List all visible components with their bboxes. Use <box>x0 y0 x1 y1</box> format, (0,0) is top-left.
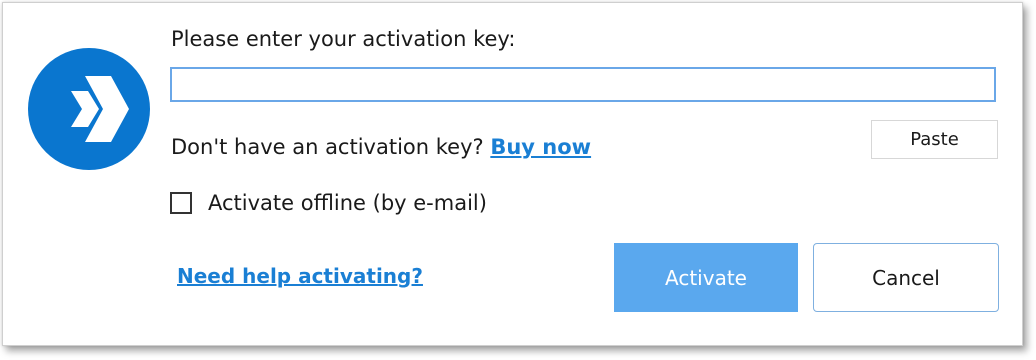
activation-dialog: Please enter your activation key: Don't … <box>2 2 1023 346</box>
no-key-row: Don't have an activation key? Buy now <box>171 135 591 159</box>
stage: Please enter your activation key: Don't … <box>0 0 1036 360</box>
need-help-link[interactable]: Need help activating? <box>177 264 423 288</box>
activate-offline-option[interactable]: Activate offline (by e-mail) <box>170 188 487 218</box>
paste-button[interactable]: Paste <box>871 120 998 159</box>
buy-now-link[interactable]: Buy now <box>490 135 591 159</box>
activation-key-prompt: Please enter your activation key: <box>171 27 516 51</box>
activate-button[interactable]: Activate <box>614 243 798 312</box>
cancel-button[interactable]: Cancel <box>813 243 999 312</box>
activate-offline-checkbox[interactable] <box>170 192 192 214</box>
movavi-logo-icon <box>28 48 150 170</box>
no-key-text: Don't have an activation key? <box>171 135 484 159</box>
activation-key-input[interactable] <box>170 67 996 102</box>
activate-offline-label: Activate offline (by e-mail) <box>208 191 487 215</box>
